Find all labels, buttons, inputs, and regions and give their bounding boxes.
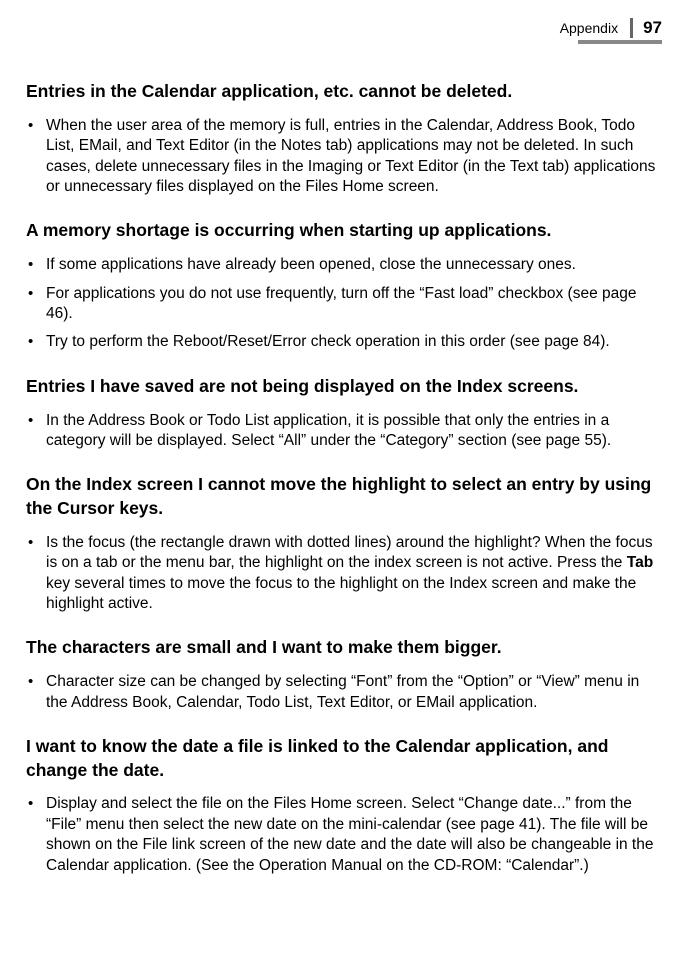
page-content: Entries in the Calendar application, etc… (26, 80, 658, 884)
list-item: In the Address Book or Todo List applica… (26, 411, 658, 452)
list: When the user area of the memory is full… (26, 116, 658, 198)
heading-small-characters: The characters are small and I want to m… (26, 636, 658, 660)
list-item: When the user area of the memory is full… (26, 116, 658, 198)
heading-entries-index: Entries I have saved are not being displ… (26, 375, 658, 399)
text: key several times to move the focus to t… (46, 575, 636, 612)
list-item: If some applications have already been o… (26, 255, 658, 275)
list-item: Is the focus (the rectangle drawn with d… (26, 533, 658, 615)
list: In the Address Book or Todo List applica… (26, 411, 658, 452)
heading-file-link-date: I want to know the date a file is linked… (26, 735, 658, 782)
list-item: Try to perform the Reboot/Reset/Error ch… (26, 332, 658, 352)
heading-memory-shortage: A memory shortage is occurring when star… (26, 219, 658, 243)
list: Character size can be changed by selecti… (26, 672, 658, 713)
list: Display and select the file on the Files… (26, 794, 658, 876)
page-header: Appendix 97 (560, 18, 662, 38)
page-number: 97 (630, 18, 662, 38)
section-label: Appendix (560, 20, 618, 36)
heading-highlight-cursor: On the Index screen I cannot move the hi… (26, 473, 658, 520)
list: If some applications have already been o… (26, 255, 658, 353)
list-item: For applications you do not use frequent… (26, 284, 658, 325)
text: Is the focus (the rectangle drawn with d… (46, 534, 653, 571)
header-divider (578, 40, 662, 44)
heading-calendar-delete: Entries in the Calendar application, etc… (26, 80, 658, 104)
bold-key: Tab (627, 554, 653, 571)
list: Is the focus (the rectangle drawn with d… (26, 533, 658, 615)
list-item: Display and select the file on the Files… (26, 794, 658, 876)
list-item: Character size can be changed by selecti… (26, 672, 658, 713)
